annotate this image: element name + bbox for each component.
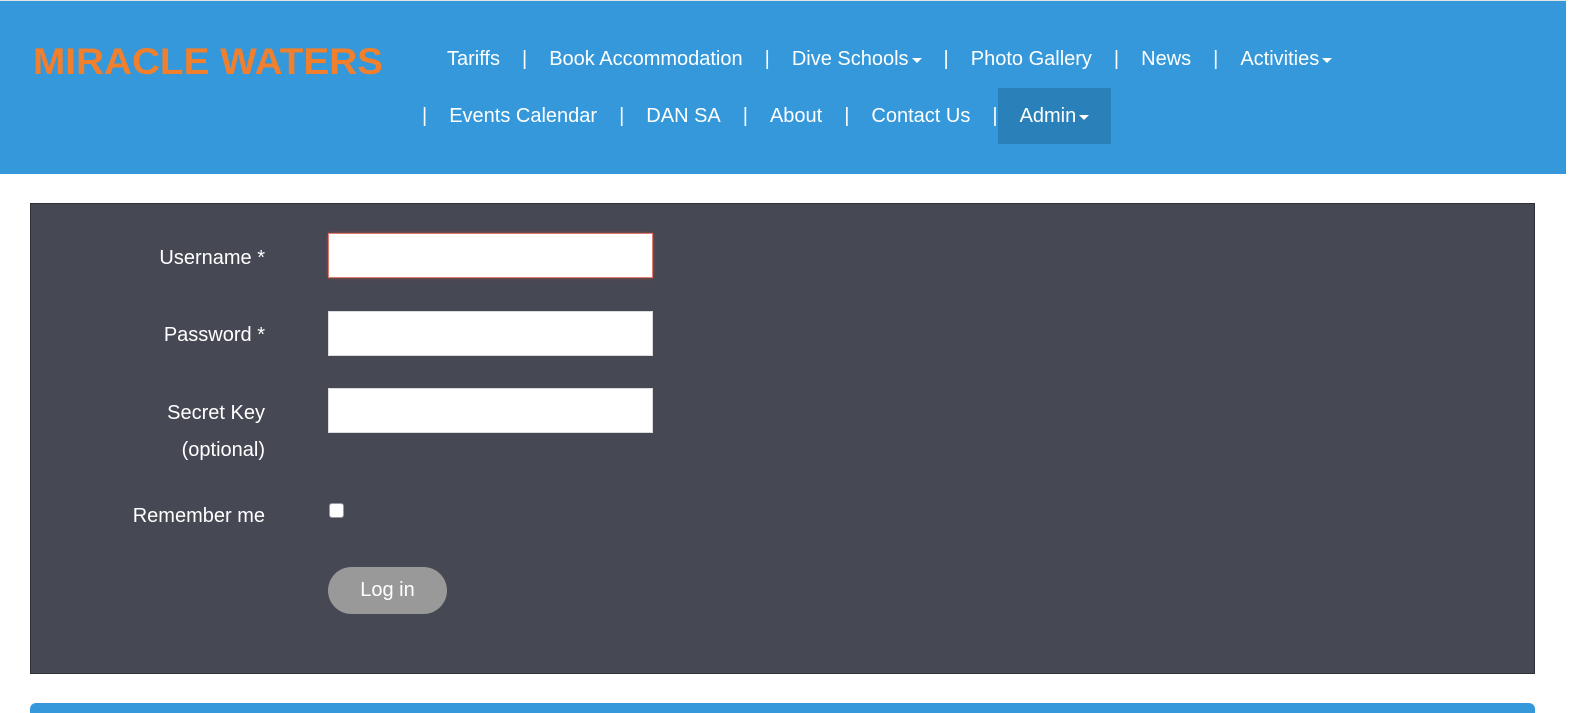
remember-me-checkbox[interactable] (329, 503, 344, 518)
username-input[interactable] (328, 233, 653, 278)
nav-item-tariffs[interactable]: Tariffs (425, 36, 522, 82)
main-nav-row-2: | Events Calendar | DAN SA | About | Con… (402, 88, 1112, 144)
username-label: Username * (159, 247, 265, 269)
logo-text: MIRACLE WATERS (33, 41, 383, 82)
remember-me-label: Remember me (132, 505, 265, 527)
nav-item-dan-sa[interactable]: DAN SA (624, 88, 742, 144)
nav-item-events-calendar[interactable]: Events Calendar (427, 88, 619, 144)
nav-item-about[interactable]: About (748, 88, 844, 144)
footer-bar-top (30, 703, 1535, 713)
nav-item-photo-gallery[interactable]: Photo Gallery (949, 36, 1114, 82)
secret-key-input[interactable] (328, 388, 653, 433)
site-logo[interactable]: MIRACLE WATERS (33, 38, 385, 82)
nav-item-news[interactable]: News (1119, 36, 1213, 82)
login-button[interactable]: Log in (328, 567, 447, 614)
site-header: MIRACLE WATERS Tariffs | Book Accommodat… (0, 0, 1566, 174)
nav-label: Activities (1240, 47, 1320, 70)
password-label: Password * (163, 324, 265, 346)
secret-key-label-line2: (optional) (181, 439, 265, 461)
header-top-border (0, 0, 1566, 1)
nav-label: Book Accommodation (549, 47, 743, 70)
nav-label: Tariffs (447, 47, 500, 70)
caret-down-icon (1322, 57, 1333, 63)
nav-label: Events Calendar (449, 104, 598, 127)
nav-item-contact-us[interactable]: Contact Us (849, 88, 992, 144)
password-input[interactable] (328, 311, 653, 356)
nav-label: Admin (1019, 104, 1077, 127)
nav-label: Contact Us (871, 104, 971, 127)
nav-item-dive-schools[interactable]: Dive Schools (770, 36, 944, 82)
secret-key-label-line1: Secret Key (167, 402, 265, 424)
nav-item-activities[interactable]: Activities (1218, 36, 1354, 82)
nav-item-book-accommodation[interactable]: Book Accommodation (527, 36, 764, 82)
login-panel: Username * Password * Secret Key (option… (30, 203, 1535, 674)
caret-down-icon (1079, 114, 1090, 120)
nav-label: Dive Schools (791, 47, 909, 70)
nav-label: News (1141, 47, 1192, 70)
nav-label: Photo Gallery (970, 47, 1092, 70)
nav-item-admin[interactable]: Admin (997, 88, 1112, 144)
nav-label: DAN SA (646, 104, 721, 127)
page-edge (1566, 0, 1579, 713)
main-nav-row-1: Tariffs | Book Accommodation | Dive Scho… (425, 36, 1354, 82)
caret-down-icon (911, 57, 922, 63)
secret-key-label: Secret Key (optional) (167, 395, 265, 469)
nav-label: About (769, 104, 823, 127)
